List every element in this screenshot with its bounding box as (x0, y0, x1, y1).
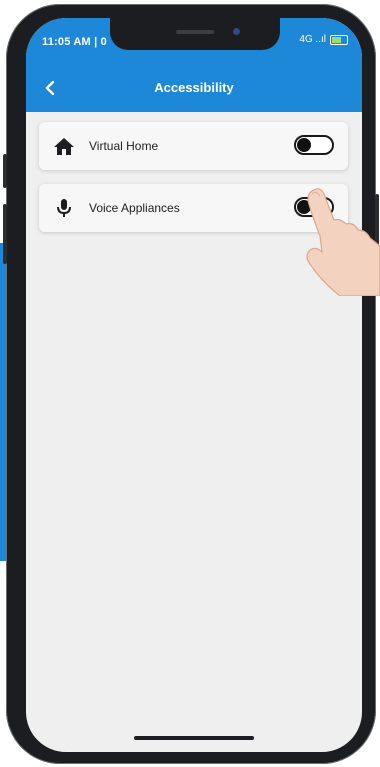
signal-icon: 4G ..ıl (299, 34, 326, 45)
page-title: Accessibility (154, 80, 234, 95)
app-bar: Accessibility (26, 64, 362, 112)
status-time: 11:05 AM | 0 (42, 36, 107, 48)
toggle-knob (297, 138, 311, 152)
microphone-icon (57, 199, 71, 217)
setting-label: Voice Appliances (89, 201, 180, 215)
phone-notch (110, 18, 280, 50)
phone-side-button (3, 204, 7, 264)
speaker-icon (176, 30, 214, 34)
setting-row-virtual-home[interactable]: Virtual Home (39, 122, 348, 170)
home-indicator (134, 736, 254, 740)
status-icons: 4G ..ıl (299, 34, 348, 45)
battery-icon (330, 34, 348, 45)
home-icon (54, 138, 74, 155)
virtual-home-toggle[interactable] (294, 135, 334, 155)
setting-label: Virtual Home (89, 139, 159, 153)
phone-frame: 11:05 AM | 0 4G ..ıl Accessibility Virtu… (3, 4, 379, 764)
pointing-hand-icon (306, 188, 380, 296)
phone-side-button (3, 154, 7, 188)
camera-icon (233, 28, 240, 35)
phone-screen: 11:05 AM | 0 4G ..ıl Accessibility Virtu… (26, 18, 362, 752)
